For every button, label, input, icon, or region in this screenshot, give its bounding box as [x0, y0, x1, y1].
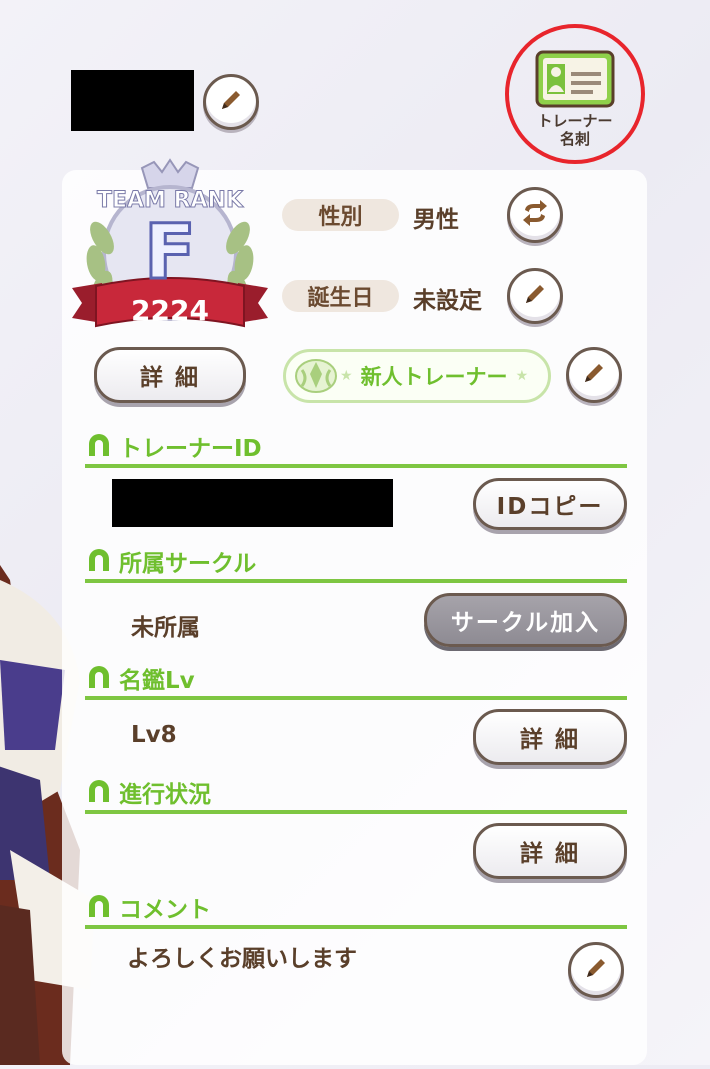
team-rank-letter: F	[143, 207, 198, 296]
star-icon: ★	[515, 368, 529, 384]
section-comment: コメント	[85, 889, 627, 929]
birthday-label: 誕生日	[282, 280, 399, 312]
section-trainer-id: トレーナーID	[85, 428, 627, 468]
rank-detail-button[interactable]: 詳 細	[94, 347, 246, 403]
card-label-line1: トレーナー	[537, 112, 613, 130]
circle-value: 未所属	[131, 615, 200, 641]
swap-icon	[520, 198, 550, 232]
card-label-line2: 名刺	[559, 130, 590, 148]
section-title: 進行状況	[119, 782, 211, 808]
progress-detail-button[interactable]: 詳 細	[473, 823, 627, 879]
trainer-title-text: 新人トレーナー	[360, 365, 508, 389]
horseshoe-icon	[85, 545, 113, 577]
team-rank-badge[interactable]: TEAM RANK F 2224	[72, 158, 268, 338]
meikan-value: Lv8	[131, 722, 177, 748]
pencil-icon	[582, 954, 610, 986]
section-title: トレーナーID	[119, 436, 262, 462]
change-gender-button[interactable]	[507, 187, 563, 243]
title-emblem-icon	[292, 354, 340, 398]
birthday-value: 未設定	[413, 288, 482, 314]
edit-title-button[interactable]	[566, 347, 622, 403]
trainer-title-badge[interactable]: ★ 新人トレーナー ★	[283, 349, 551, 403]
section-title: 所属サークル	[119, 551, 257, 577]
edit-birthday-button[interactable]	[507, 268, 563, 324]
trainer-card-icon	[535, 50, 615, 112]
team-rank-score: 2224	[131, 294, 209, 327]
section-progress: 進行状況	[85, 774, 627, 814]
trainer-card-button[interactable]: トレーナー 名刺	[520, 42, 630, 157]
comment-value: よろしくお願いします	[127, 946, 357, 972]
section-title: コメント	[119, 897, 211, 923]
section-circle: 所属サークル	[85, 543, 627, 583]
section-title: 名鑑Lv	[119, 668, 195, 694]
trainer-name-redacted	[71, 70, 194, 131]
edit-name-button[interactable]	[203, 74, 259, 130]
edit-comment-button[interactable]	[568, 942, 624, 998]
horseshoe-icon	[85, 776, 113, 808]
horseshoe-icon	[85, 430, 113, 462]
gender-label: 性別	[282, 199, 399, 231]
star-icon: ★	[340, 368, 353, 384]
pencil-icon	[217, 86, 245, 118]
pencil-icon	[521, 280, 549, 312]
copy-id-button[interactable]: IDコピー	[473, 478, 627, 530]
gender-value: 男性	[413, 207, 459, 233]
pencil-icon	[580, 359, 608, 391]
section-meikan: 名鑑Lv	[85, 660, 627, 700]
meikan-detail-button[interactable]: 詳 細	[473, 709, 627, 765]
horseshoe-icon	[85, 891, 113, 923]
horseshoe-icon	[85, 662, 113, 694]
trainer-id-redacted	[112, 479, 393, 527]
join-circle-button[interactable]: サークル加入	[424, 593, 627, 647]
